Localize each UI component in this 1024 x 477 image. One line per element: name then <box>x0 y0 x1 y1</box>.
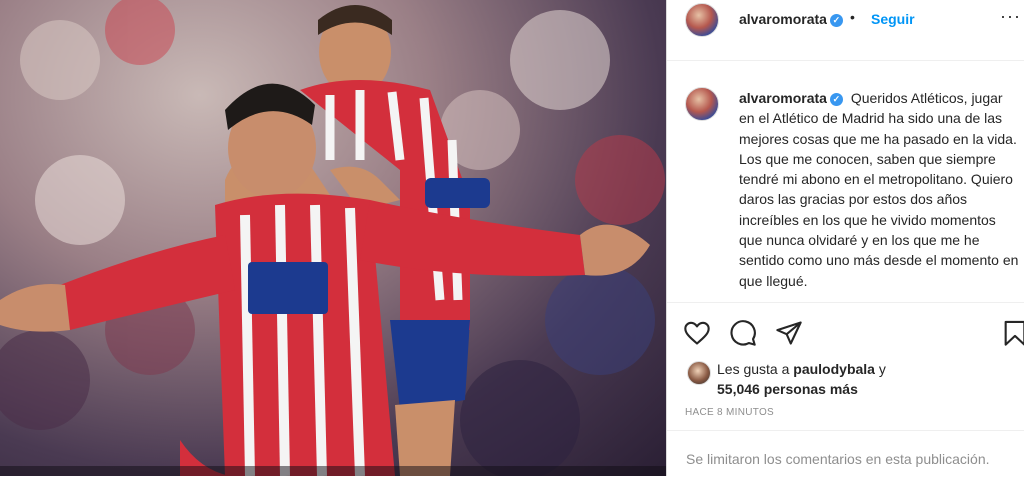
caption-avatar[interactable] <box>685 87 719 121</box>
more-icon[interactable]: ··· <box>1000 6 1021 27</box>
author-username[interactable]: alvaromorata <box>739 11 827 27</box>
bookmark-icon[interactable] <box>1001 319 1024 347</box>
liker-username[interactable]: paulodybala <box>793 361 875 377</box>
post-timestamp[interactable]: HACE 8 MINUTOS <box>685 407 774 418</box>
liker-avatar[interactable] <box>687 361 711 385</box>
heart-icon[interactable] <box>683 319 711 347</box>
likes-suffix: y <box>878 361 886 377</box>
likes-summary: Les gusta a paulodybala y 55,046 persona… <box>717 359 886 399</box>
post-image[interactable] <box>0 0 666 476</box>
post-header: alvaromorata ✓ • Seguir ··· <box>667 0 1024 61</box>
post-details-panel: alvaromorata ✓ • Seguir ··· alvaromorata ✓… <box>666 0 1024 476</box>
likes-prefix: Les gusta a <box>717 361 790 377</box>
separator-dot: • <box>850 9 855 25</box>
comments-disabled-bar: Se limitaron los comentarios en esta pub… <box>667 430 1024 477</box>
verified-icon: ✓ <box>829 14 843 27</box>
author-avatar[interactable] <box>685 3 719 37</box>
caption-text: Queridos Atléticos, jugar en el Atlético… <box>739 90 1019 289</box>
likes-count[interactable]: 55,046 personas más <box>717 381 858 397</box>
comments-disabled-text: Se limitaron los comentarios en esta pub… <box>686 451 990 467</box>
share-icon[interactable] <box>775 319 803 347</box>
caption-section: alvaromorata ✓ Queridos Atléticos, jugar … <box>667 61 1024 301</box>
follow-button[interactable]: Seguir <box>871 11 915 27</box>
caption-username-row[interactable]: alvaromorata ✓ <box>739 90 843 106</box>
verified-icon: ✓ <box>829 93 843 106</box>
post-image-illustration <box>0 0 666 476</box>
comment-icon[interactable] <box>729 319 757 347</box>
caption-username[interactable]: alvaromorata <box>739 90 827 106</box>
caption: alvaromorata ✓ Queridos Atléticos, jugar … <box>739 88 1019 291</box>
author-username-row[interactable]: alvaromorata ✓ <box>739 11 843 27</box>
